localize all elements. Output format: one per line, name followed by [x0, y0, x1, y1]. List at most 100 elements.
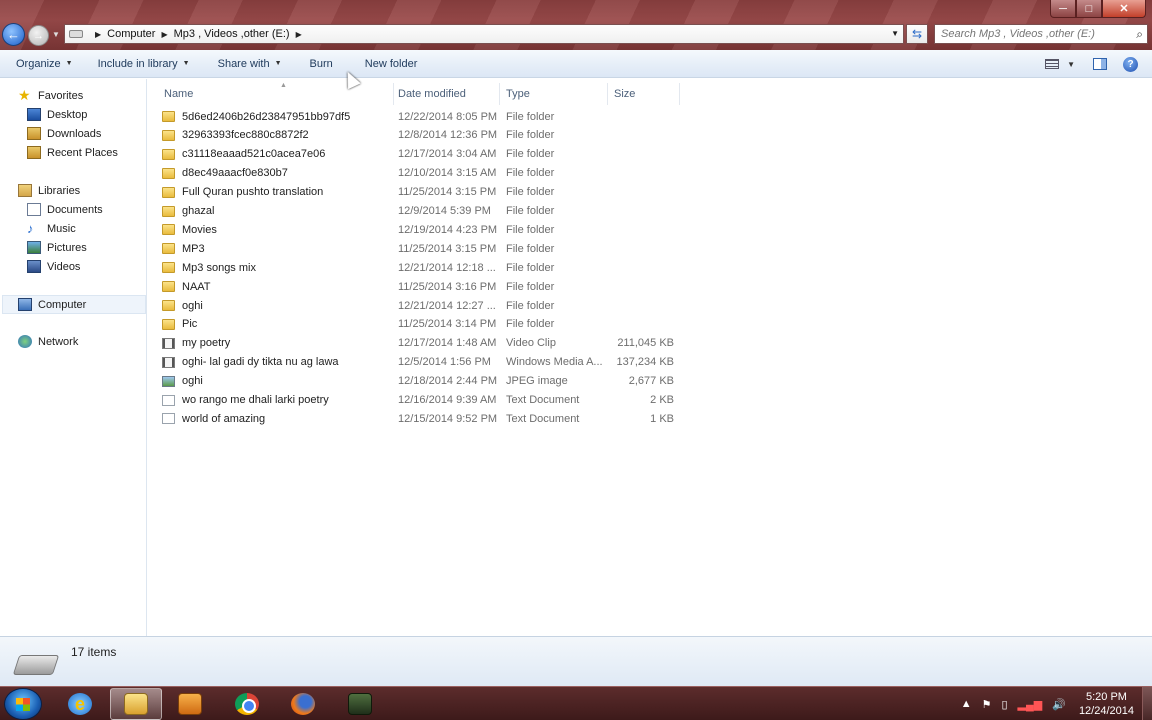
file-name: my poetry [182, 337, 231, 350]
breadcrumb-separator-icon[interactable]: ▶ [161, 30, 167, 39]
taskbar-internet-explorer[interactable]: e [54, 688, 106, 720]
change-view-icon[interactable] [1045, 59, 1060, 69]
file-type: Video Clip [506, 337, 556, 350]
file-row[interactable]: Mp3 songs mix 12/21/2014 12:18 ... File fo… [162, 258, 702, 277]
clock[interactable]: 5:20 PM 12/24/2014 [1079, 690, 1134, 718]
burn-label: Burn [309, 57, 333, 70]
file-date: 12/22/2014 8:05 PM [398, 110, 498, 123]
nav-item-music[interactable]: ♪ Music [27, 222, 76, 235]
firefox-icon [291, 693, 315, 715]
breadcrumb-separator-icon[interactable]: ▶ [95, 30, 101, 39]
nav-item-computer[interactable]: Computer [18, 298, 86, 311]
burn-button[interactable]: Burn [302, 53, 341, 75]
folder-icon [162, 148, 175, 160]
file-row[interactable]: oghi 12/18/2014 2:44 PM JPEG image 2,677 KB [162, 372, 702, 391]
nav-item-libraries[interactable]: Libraries [18, 184, 80, 197]
new-folder-button[interactable]: New folder [357, 53, 426, 75]
action-center-flag-icon[interactable]: ⚑ [982, 698, 992, 711]
file-size: 2,677 KB [628, 375, 674, 388]
file-row[interactable]: MP3 11/25/2014 3:15 PM File folder [162, 239, 702, 258]
file-row[interactable]: Full Quran pushto translation 11/25/2014 … [162, 183, 702, 202]
file-row[interactable]: d8ec49aaacf0e830b7 12/10/2014 3:15 AM File… [162, 164, 702, 183]
column-header-name[interactable]: Name ▲ [158, 82, 394, 105]
view-options-dropdown-icon[interactable]: ▼ [1067, 60, 1075, 69]
text-file-icon [162, 413, 175, 425]
breadcrumb-computer[interactable]: Computer [107, 28, 155, 40]
chrome-icon [235, 693, 259, 715]
recent-pages-dropdown[interactable]: ▼ [52, 30, 60, 39]
close-button[interactable]: ✕ [1102, 0, 1146, 18]
file-row[interactable]: c31118eaaad521c0acea7e06 12/17/2014 3:04 … [162, 145, 702, 164]
forward-button[interactable]: → [28, 25, 49, 46]
nav-label: Libraries [38, 184, 81, 197]
file-row[interactable]: Movies 12/19/2014 4:23 PM File folder [162, 220, 702, 239]
address-dropdown-icon[interactable]: ▼ [891, 29, 899, 38]
column-header-date[interactable]: Date modified [392, 83, 500, 105]
file-row[interactable]: world of amazing 12/15/2014 9:52 PM Text D… [162, 409, 702, 428]
volume-icon[interactable]: 🔊 [1052, 698, 1066, 711]
nav-item-videos[interactable]: Videos [27, 260, 80, 273]
taskbar-explorer[interactable] [110, 688, 162, 720]
text-file-icon [162, 394, 175, 406]
file-row[interactable]: 32963393fcec880c8872f2 12/8/2014 12:36 PM… [162, 126, 702, 145]
file-row[interactable]: oghi- lal gadi dy tikta nu ag lawa 12/5/2… [162, 353, 702, 372]
start-button[interactable] [4, 688, 42, 720]
share-with-button[interactable]: Share with ▼ [210, 53, 290, 75]
search-box[interactable]: ⌕ [934, 24, 1148, 44]
file-type: Text Document [506, 394, 580, 406]
dropdown-arrow-icon: ▼ [274, 60, 282, 67]
nav-item-documents[interactable]: Documents [27, 203, 103, 216]
file-type: File folder [506, 110, 555, 123]
network-signal-icon[interactable]: ▂▄▆ [1018, 698, 1043, 711]
file-row[interactable]: ghazal 12/9/2014 5:39 PM File folder [162, 202, 702, 221]
back-button[interactable]: ← [2, 23, 25, 46]
search-input[interactable] [941, 28, 1121, 40]
preview-pane-icon[interactable] [1093, 58, 1107, 70]
nav-item-recent-places[interactable]: Recent Places [27, 146, 118, 159]
nav-item-network[interactable]: Network [18, 335, 78, 348]
breadcrumb-drive[interactable]: Mp3 , Videos ,other (E:) [174, 28, 290, 40]
taskbar-camtasia[interactable] [334, 688, 386, 720]
file-size: 211,045 KB [617, 337, 674, 350]
maximize-button[interactable]: □ [1076, 0, 1102, 18]
file-size: 2 KB [650, 394, 674, 406]
taskbar-media-player[interactable] [164, 688, 216, 720]
nav-item-downloads[interactable]: Downloads [27, 127, 101, 140]
show-hidden-icons-icon[interactable]: ▲ [961, 698, 972, 710]
refresh-button[interactable]: ⇆ [906, 24, 928, 44]
folder-icon [162, 111, 175, 122]
minimize-button[interactable]: ─ [1050, 0, 1076, 18]
battery-icon[interactable]: ▯ [1001, 698, 1007, 711]
file-row[interactable]: 5d6ed2406b26d23847951bb97df5 12/22/2014 8… [162, 107, 702, 126]
file-date: 12/21/2014 12:27 ... [398, 299, 496, 312]
include-in-library-button[interactable]: Include in library ▼ [90, 53, 198, 75]
image-file-icon [162, 375, 175, 387]
search-icon[interactable]: ⌕ [1136, 27, 1143, 42]
show-desktop-button[interactable] [1142, 687, 1152, 720]
breadcrumb-separator-icon[interactable]: ▶ [296, 30, 302, 39]
video-recorder-icon [348, 693, 372, 715]
pictures-icon [27, 241, 41, 254]
file-row[interactable]: wo rango me dhali larki poetry 12/16/2014… [162, 391, 702, 410]
nav-item-desktop[interactable]: Desktop [27, 108, 87, 121]
file-name: Movies [182, 223, 217, 236]
nav-item-favorites[interactable]: ★ Favorites [18, 88, 83, 102]
help-icon[interactable]: ? [1123, 56, 1138, 72]
file-type: File folder [506, 186, 555, 199]
organize-label: Organize [16, 57, 61, 70]
arrow-left-icon: ← [7, 27, 20, 42]
organize-button[interactable]: Organize ▼ [8, 53, 81, 75]
file-row[interactable]: NAAT 11/25/2014 3:16 PM File folder [162, 277, 702, 296]
file-row[interactable]: my poetry 12/17/2014 1:48 AM Video Clip 211… [162, 334, 702, 353]
file-row[interactable]: Pic 11/25/2014 3:14 PM File folder [162, 315, 702, 334]
file-row[interactable]: oghi 12/21/2014 12:27 ... File folder [162, 296, 702, 315]
taskbar-chrome[interactable] [221, 688, 273, 720]
column-header-size[interactable]: Size [608, 83, 680, 105]
address-bar[interactable]: ▶ Computer ▶ Mp3 , Videos ,other (E:) ▶ … [64, 24, 904, 44]
nav-label: Desktop [47, 108, 88, 121]
column-header-type[interactable]: Type [500, 83, 608, 105]
folder-icon [162, 318, 175, 330]
desktop-icon [27, 108, 41, 121]
taskbar-firefox[interactable] [277, 688, 329, 720]
nav-item-pictures[interactable]: Pictures [27, 241, 87, 254]
